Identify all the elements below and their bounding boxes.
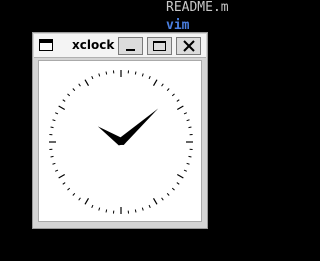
major-tick [152,79,158,87]
minor-tick [134,71,137,75]
minor-tick [188,126,192,129]
minor-tick [50,155,54,158]
minor-tick [183,169,187,172]
minimize-button[interactable] [118,37,143,55]
analog-clock-face [38,60,202,222]
minor-tick [72,192,76,196]
minor-tick [55,169,59,172]
minor-tick [105,209,108,213]
minor-tick [91,76,94,80]
desktop-background: README.m vim xclock [0,0,240,261]
major-tick [84,197,90,205]
minor-tick [188,155,192,158]
minor-tick [52,119,56,122]
minor-tick [141,73,144,77]
minimize-icon [126,49,135,51]
minor-tick [67,187,71,191]
maximize-button[interactable] [147,37,172,55]
minor-tick [78,83,81,87]
xclock-window: xclock [32,32,208,229]
close-icon [183,40,195,52]
minor-tick [62,182,66,185]
minor-tick [161,197,164,201]
minor-tick [183,112,187,115]
close-button[interactable] [176,37,201,55]
minor-tick [62,99,66,102]
window-title: xclock [72,38,115,52]
minor-tick [52,162,56,165]
minor-tick [98,207,101,211]
major-tick [58,173,66,179]
minor-tick [166,88,170,92]
maximize-icon [153,41,166,51]
minor-tick [67,93,71,97]
major-tick [58,105,66,111]
minor-tick [55,112,59,115]
minor-tick [148,204,151,208]
minor-tick [186,162,190,165]
major-tick [176,105,184,111]
minor-tick [91,204,94,208]
major-tick [176,173,184,179]
minor-tick [78,197,81,201]
minor-tick [50,126,54,129]
minor-tick [98,73,101,77]
minor-tick [171,187,175,191]
major-tick [152,197,158,205]
terminal-text-readme: README.m [166,0,229,15]
minor-tick [148,76,151,80]
clock-dial [49,70,193,214]
minor-tick [176,99,180,102]
minor-tick [141,207,144,211]
window-menu-icon[interactable] [39,39,53,51]
major-tick [84,79,90,87]
minor-tick [161,83,164,87]
minor-tick [105,71,108,75]
minor-tick [171,93,175,97]
minute-hand [118,108,159,145]
minor-tick [72,88,76,92]
window-titlebar[interactable]: xclock [34,34,206,58]
minor-tick [186,119,190,122]
minor-tick [166,192,170,196]
minor-tick [176,182,180,185]
minor-tick [134,209,137,213]
